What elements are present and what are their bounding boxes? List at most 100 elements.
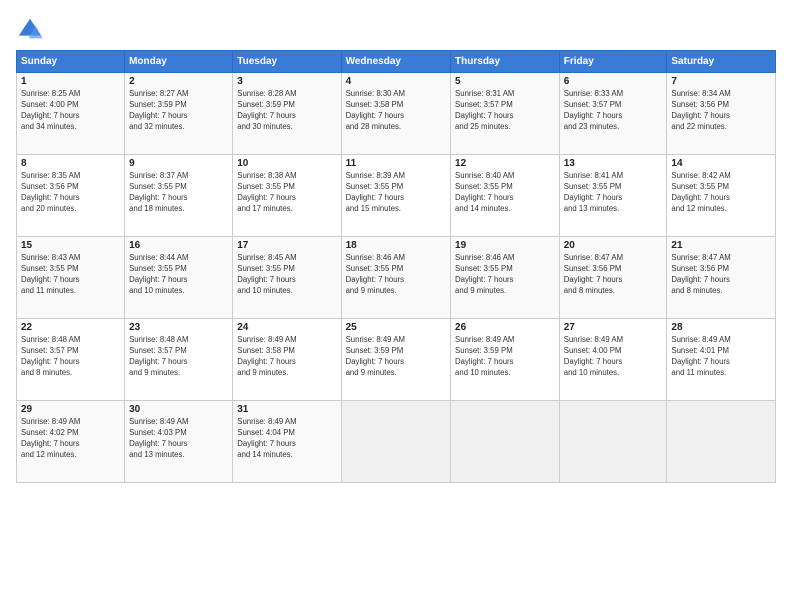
calendar-cell: [341, 401, 450, 483]
sunset-label: Sunset: 3:57 PM: [564, 100, 622, 109]
daylight-minutes: and 9 minutes.: [346, 286, 397, 295]
sunrise-label: Sunrise: 8:48 AM: [129, 335, 188, 344]
sunset-label: Sunset: 3:58 PM: [237, 346, 295, 355]
sunrise-label: Sunrise: 8:47 AM: [564, 253, 623, 262]
day-info: Sunrise: 8:49 AM Sunset: 4:01 PM Dayligh…: [671, 335, 771, 379]
daylight-minutes: and 9 minutes.: [346, 368, 397, 377]
calendar-cell: [451, 401, 560, 483]
daylight-label: Daylight: 7 hours: [129, 275, 188, 284]
sunrise-label: Sunrise: 8:28 AM: [237, 89, 296, 98]
day-info: Sunrise: 8:46 AM Sunset: 3:55 PM Dayligh…: [455, 253, 555, 297]
sunrise-label: Sunrise: 8:30 AM: [346, 89, 405, 98]
sunrise-label: Sunrise: 8:33 AM: [564, 89, 623, 98]
sunset-label: Sunset: 3:55 PM: [455, 182, 513, 191]
daylight-label: Daylight: 7 hours: [346, 275, 405, 284]
day-info: Sunrise: 8:44 AM Sunset: 3:55 PM Dayligh…: [129, 253, 228, 297]
daylight-label: Daylight: 7 hours: [671, 193, 730, 202]
day-number: 25: [346, 322, 446, 333]
weekday-header-row: SundayMondayTuesdayWednesdayThursdayFrid…: [17, 51, 776, 73]
day-number: 31: [237, 404, 336, 415]
calendar-body: 1 Sunrise: 8:25 AM Sunset: 4:00 PM Dayli…: [17, 73, 776, 483]
daylight-label: Daylight: 7 hours: [237, 357, 296, 366]
sunset-label: Sunset: 4:03 PM: [129, 428, 187, 437]
sunset-label: Sunset: 3:55 PM: [346, 182, 404, 191]
day-info: Sunrise: 8:40 AM Sunset: 3:55 PM Dayligh…: [455, 171, 555, 215]
sunset-label: Sunset: 3:55 PM: [237, 264, 295, 273]
daylight-label: Daylight: 7 hours: [455, 275, 514, 284]
day-info: Sunrise: 8:49 AM Sunset: 3:58 PM Dayligh…: [237, 335, 336, 379]
calendar-cell: 3 Sunrise: 8:28 AM Sunset: 3:59 PM Dayli…: [233, 73, 341, 155]
day-number: 13: [564, 158, 663, 169]
daylight-label: Daylight: 7 hours: [129, 439, 188, 448]
daylight-minutes: and 13 minutes.: [564, 204, 619, 213]
daylight-label: Daylight: 7 hours: [237, 111, 296, 120]
daylight-minutes: and 9 minutes.: [237, 368, 288, 377]
daylight-minutes: and 10 minutes.: [129, 286, 184, 295]
calendar-cell: 24 Sunrise: 8:49 AM Sunset: 3:58 PM Dayl…: [233, 319, 341, 401]
day-number: 7: [671, 76, 771, 87]
day-number: 21: [671, 240, 771, 251]
calendar-table: SundayMondayTuesdayWednesdayThursdayFrid…: [16, 50, 776, 483]
page: SundayMondayTuesdayWednesdayThursdayFrid…: [0, 0, 792, 612]
calendar-cell: 16 Sunrise: 8:44 AM Sunset: 3:55 PM Dayl…: [125, 237, 233, 319]
calendar-cell: 8 Sunrise: 8:35 AM Sunset: 3:56 PM Dayli…: [17, 155, 125, 237]
calendar-cell: 27 Sunrise: 8:49 AM Sunset: 4:00 PM Dayl…: [559, 319, 667, 401]
sunrise-label: Sunrise: 8:49 AM: [564, 335, 623, 344]
day-info: Sunrise: 8:42 AM Sunset: 3:55 PM Dayligh…: [671, 171, 771, 215]
sunrise-label: Sunrise: 8:49 AM: [455, 335, 514, 344]
sunset-label: Sunset: 3:55 PM: [346, 264, 404, 273]
day-number: 30: [129, 404, 228, 415]
day-number: 27: [564, 322, 663, 333]
daylight-minutes: and 15 minutes.: [346, 204, 401, 213]
day-number: 8: [21, 158, 120, 169]
daylight-label: Daylight: 7 hours: [564, 357, 623, 366]
day-number: 29: [21, 404, 120, 415]
calendar-cell: 23 Sunrise: 8:48 AM Sunset: 3:57 PM Dayl…: [125, 319, 233, 401]
day-info: Sunrise: 8:35 AM Sunset: 3:56 PM Dayligh…: [21, 171, 120, 215]
sunset-label: Sunset: 3:55 PM: [455, 264, 513, 273]
daylight-minutes: and 22 minutes.: [671, 122, 726, 131]
sunset-label: Sunset: 3:55 PM: [129, 264, 187, 273]
daylight-label: Daylight: 7 hours: [21, 357, 80, 366]
daylight-minutes: and 11 minutes.: [21, 286, 76, 295]
sunset-label: Sunset: 4:00 PM: [564, 346, 622, 355]
day-number: 15: [21, 240, 120, 251]
sunset-label: Sunset: 3:55 PM: [129, 182, 187, 191]
day-info: Sunrise: 8:45 AM Sunset: 3:55 PM Dayligh…: [237, 253, 336, 297]
sunrise-label: Sunrise: 8:37 AM: [129, 171, 188, 180]
weekday-friday: Friday: [559, 51, 667, 73]
day-number: 12: [455, 158, 555, 169]
sunset-label: Sunset: 3:55 PM: [237, 182, 295, 191]
day-number: 17: [237, 240, 336, 251]
sunrise-label: Sunrise: 8:44 AM: [129, 253, 188, 262]
daylight-minutes: and 25 minutes.: [455, 122, 510, 131]
weekday-saturday: Saturday: [667, 51, 776, 73]
day-info: Sunrise: 8:33 AM Sunset: 3:57 PM Dayligh…: [564, 89, 663, 133]
day-number: 14: [671, 158, 771, 169]
day-info: Sunrise: 8:30 AM Sunset: 3:58 PM Dayligh…: [346, 89, 446, 133]
daylight-label: Daylight: 7 hours: [564, 275, 623, 284]
day-info: Sunrise: 8:49 AM Sunset: 4:02 PM Dayligh…: [21, 417, 120, 461]
sunset-label: Sunset: 3:59 PM: [129, 100, 187, 109]
daylight-label: Daylight: 7 hours: [21, 111, 80, 120]
logo: [16, 16, 48, 44]
day-info: Sunrise: 8:49 AM Sunset: 3:59 PM Dayligh…: [455, 335, 555, 379]
day-info: Sunrise: 8:48 AM Sunset: 3:57 PM Dayligh…: [129, 335, 228, 379]
day-info: Sunrise: 8:49 AM Sunset: 4:00 PM Dayligh…: [564, 335, 663, 379]
daylight-minutes: and 30 minutes.: [237, 122, 292, 131]
daylight-label: Daylight: 7 hours: [564, 193, 623, 202]
sunrise-label: Sunrise: 8:39 AM: [346, 171, 405, 180]
sunrise-label: Sunrise: 8:49 AM: [129, 417, 188, 426]
day-number: 24: [237, 322, 336, 333]
sunset-label: Sunset: 3:57 PM: [455, 100, 513, 109]
calendar-cell: 10 Sunrise: 8:38 AM Sunset: 3:55 PM Dayl…: [233, 155, 341, 237]
daylight-minutes: and 14 minutes.: [455, 204, 510, 213]
calendar-cell: 25 Sunrise: 8:49 AM Sunset: 3:59 PM Dayl…: [341, 319, 450, 401]
daylight-label: Daylight: 7 hours: [671, 357, 730, 366]
sunrise-label: Sunrise: 8:45 AM: [237, 253, 296, 262]
sunset-label: Sunset: 3:55 PM: [564, 182, 622, 191]
sunset-label: Sunset: 3:56 PM: [671, 264, 729, 273]
header: [16, 16, 776, 44]
calendar-cell: 6 Sunrise: 8:33 AM Sunset: 3:57 PM Dayli…: [559, 73, 667, 155]
day-number: 3: [237, 76, 336, 87]
